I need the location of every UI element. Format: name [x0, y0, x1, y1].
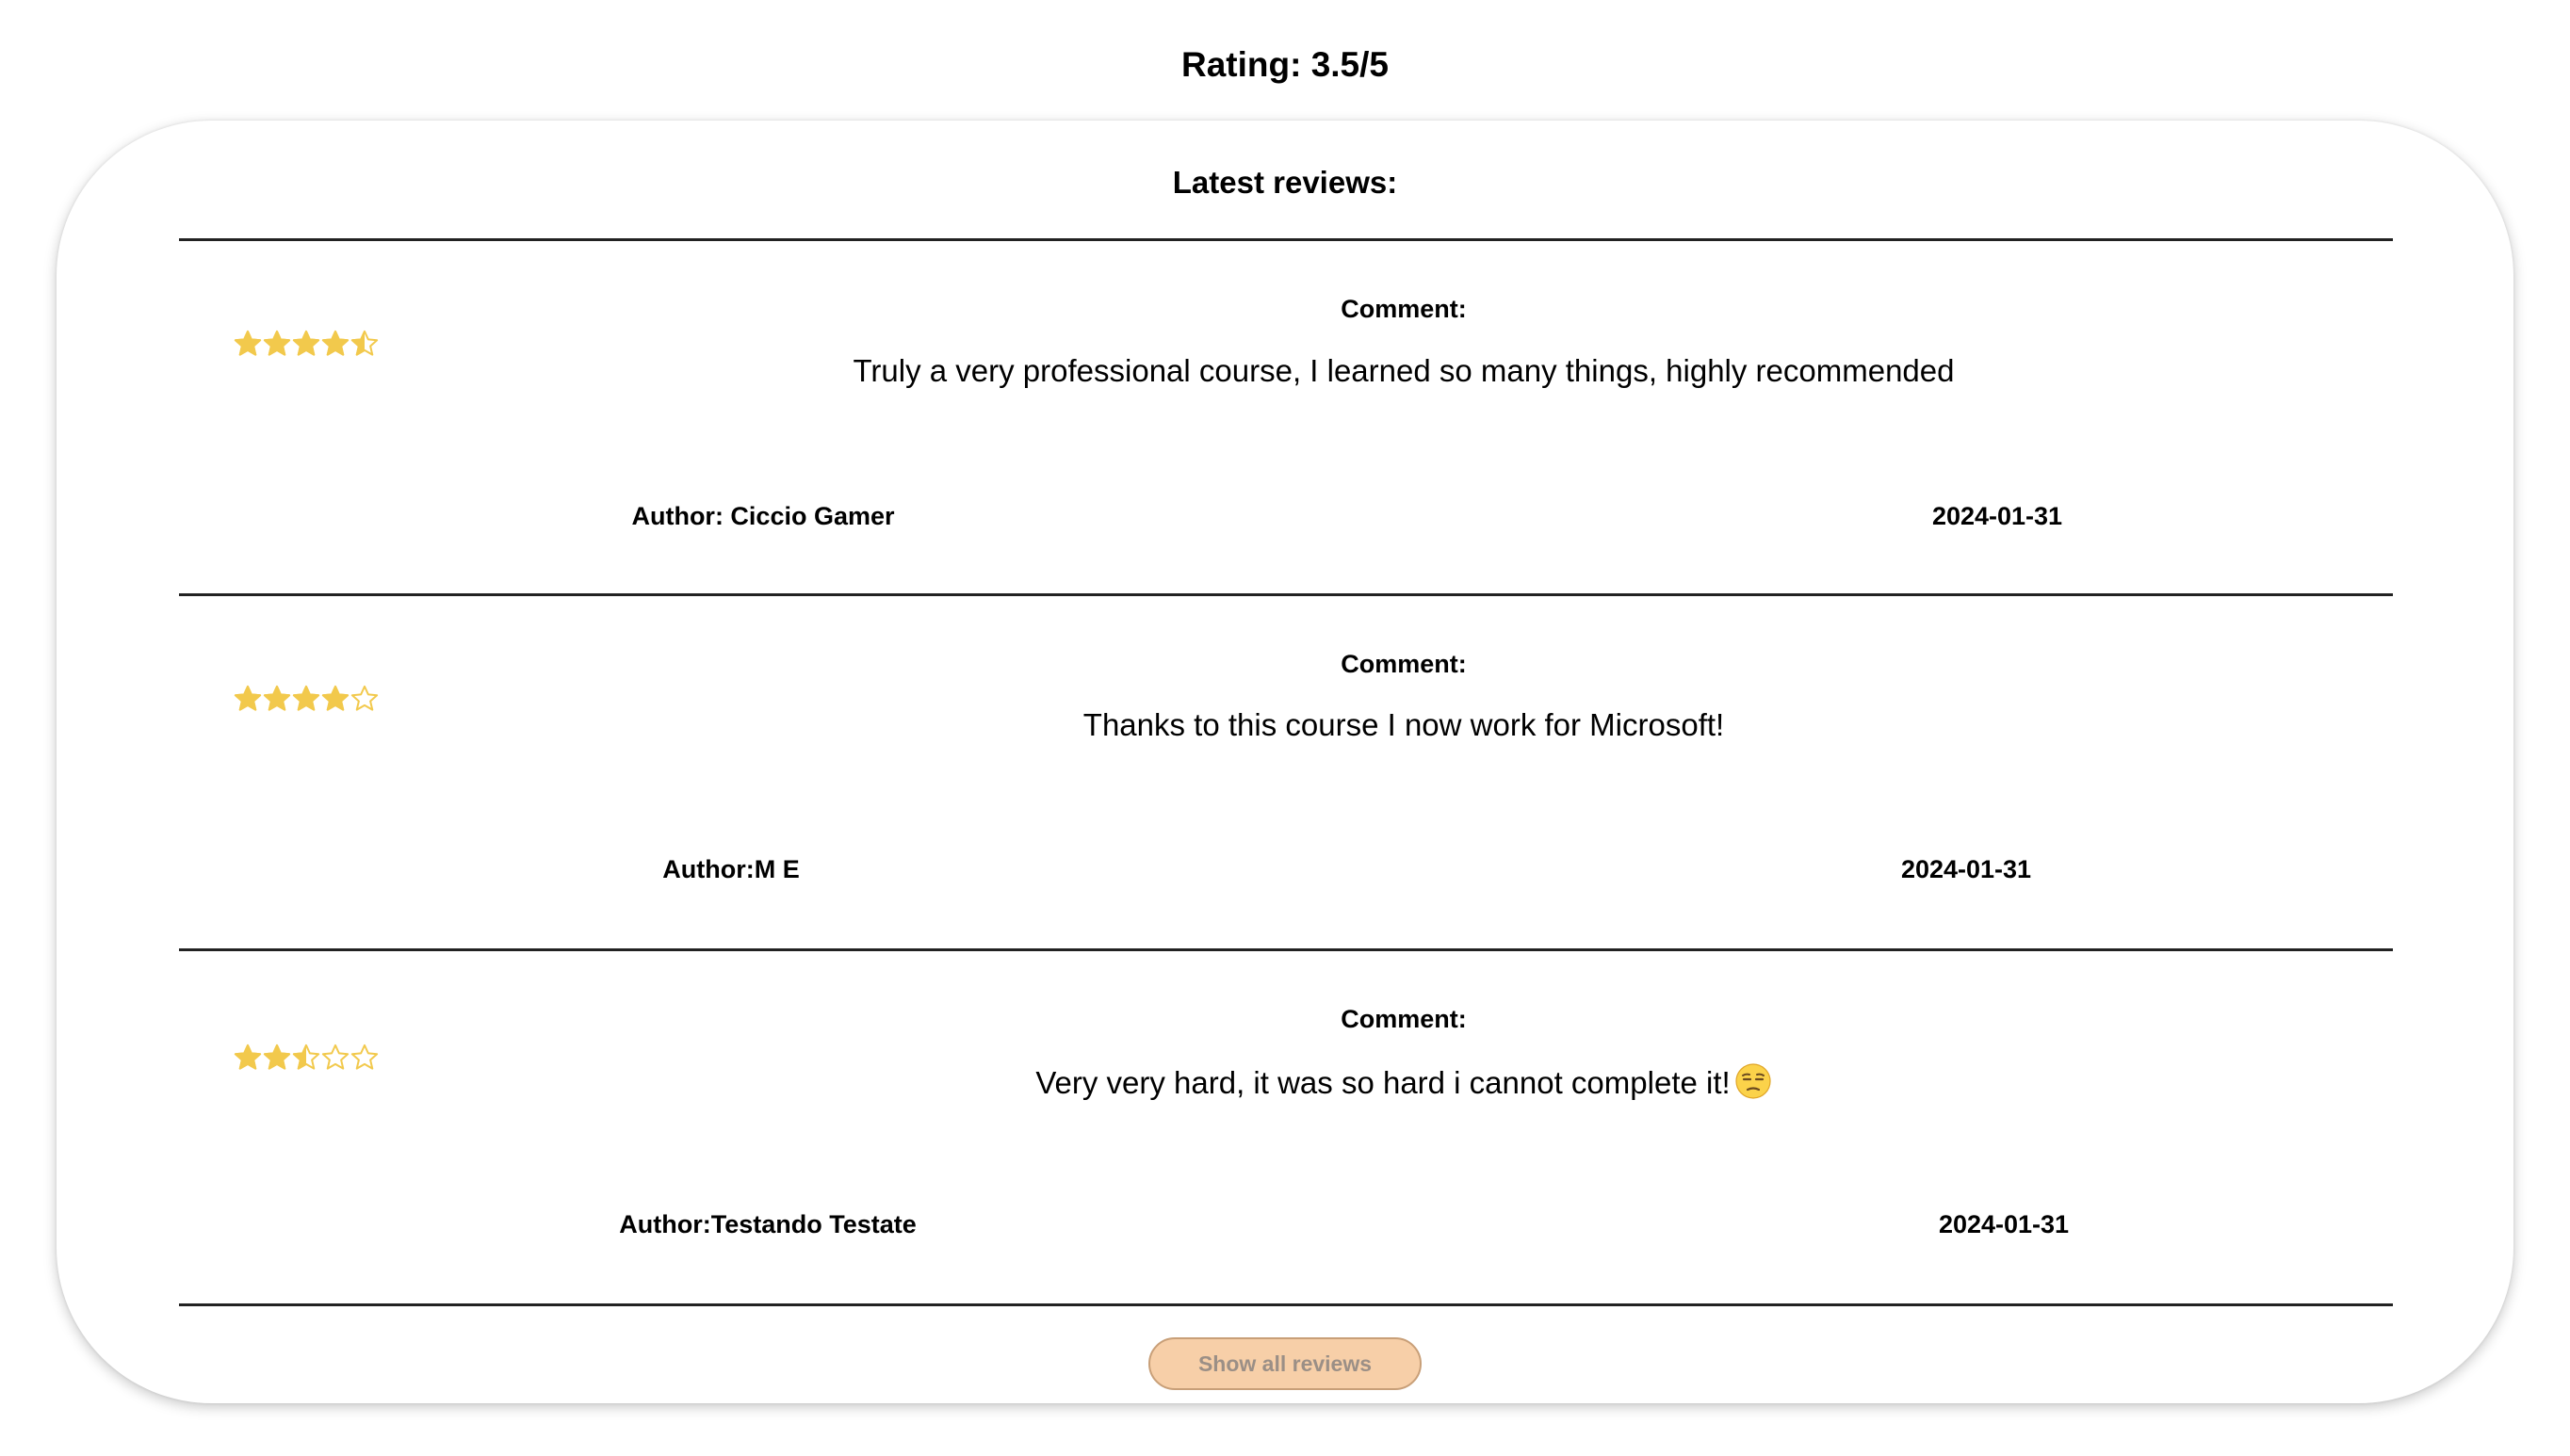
divider	[179, 1303, 2393, 1306]
show-all-reviews-button[interactable]: Show all reviews	[1148, 1337, 1422, 1390]
star-half-icon	[350, 330, 379, 356]
star-full-icon	[321, 330, 350, 356]
review-item-2: Comment: Thanks to this course I now wor…	[179, 596, 2393, 948]
star-full-icon	[234, 330, 262, 356]
star-full-icon	[263, 330, 291, 356]
rating-summary: Rating: 3.5/5	[1181, 45, 1389, 84]
star-half-icon	[292, 1043, 320, 1070]
latest-reviews-title: Latest reviews:	[1172, 165, 1398, 200]
star-rating	[234, 685, 379, 713]
review-item-1: Comment: Truly a very professional cours…	[179, 241, 2393, 593]
review-author: Author: Ciccio Gamer	[631, 502, 895, 530]
unamused-face-icon	[1735, 1063, 1771, 1099]
review-date: 2024-01-31	[1938, 1210, 2070, 1238]
star-rating	[234, 330, 379, 358]
star-empty-icon	[350, 685, 379, 711]
review-item-3: Comment: Very very hard, it was so hard …	[179, 951, 2393, 1303]
comment-label: Comment:	[1341, 650, 1467, 678]
comment-text-content: Very very hard, it was so hard i cannot …	[1035, 1065, 1731, 1100]
review-author: Author:M E	[662, 855, 800, 883]
star-full-icon	[321, 685, 350, 711]
comment-text: Thanks to this course I now work for Mic…	[1082, 707, 1725, 742]
comment-text: Truly a very professional course, I lear…	[853, 353, 1955, 388]
comment-label: Comment:	[1341, 1005, 1467, 1033]
star-full-icon	[234, 685, 262, 711]
star-empty-icon	[350, 1043, 379, 1070]
comment-label: Comment:	[1341, 295, 1467, 323]
review-date: 2024-01-31	[1900, 855, 2032, 883]
review-author: Author:Testando Testate	[619, 1210, 917, 1238]
star-rating	[234, 1043, 379, 1072]
star-empty-icon	[321, 1043, 350, 1070]
reviews-card: Latest reviews: Comment: Truly a very pr…	[57, 121, 2513, 1403]
star-full-icon	[263, 685, 291, 711]
star-full-icon	[292, 330, 320, 356]
star-full-icon	[263, 1043, 291, 1070]
star-full-icon	[234, 1043, 262, 1070]
comment-text: Very very hard, it was so hard i cannot …	[744, 1062, 2063, 1104]
star-full-icon	[292, 685, 320, 711]
review-date: 2024-01-31	[1931, 502, 2063, 530]
